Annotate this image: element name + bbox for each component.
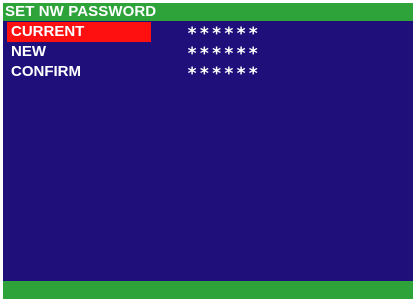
selection-highlight: CURRENT xyxy=(7,22,151,42)
menu-title: SET NW PASSWORD xyxy=(5,3,157,20)
menu-item-label: CONFIRM xyxy=(11,63,81,80)
menu-item-new-password[interactable]: NEW ****** xyxy=(7,42,407,64)
label-cell: CONFIRM xyxy=(7,62,151,82)
password-menu-panel: SET NW PASSWORD CURRENT ****** NEW *****… xyxy=(3,3,413,299)
osd-screen: SET NW PASSWORD CURRENT ****** NEW *****… xyxy=(0,0,417,302)
menu-item-label: NEW xyxy=(11,43,46,60)
menu-item-current-password[interactable]: CURRENT ****** xyxy=(7,22,407,44)
title-bar: SET NW PASSWORD xyxy=(3,3,413,21)
label-cell: NEW xyxy=(7,42,151,62)
menu-item-confirm-password[interactable]: CONFIRM ****** xyxy=(7,62,407,84)
menu-item-label: CURRENT xyxy=(11,23,85,40)
confirm-password-field[interactable]: ****** xyxy=(187,62,260,86)
footer-bar xyxy=(3,281,413,299)
